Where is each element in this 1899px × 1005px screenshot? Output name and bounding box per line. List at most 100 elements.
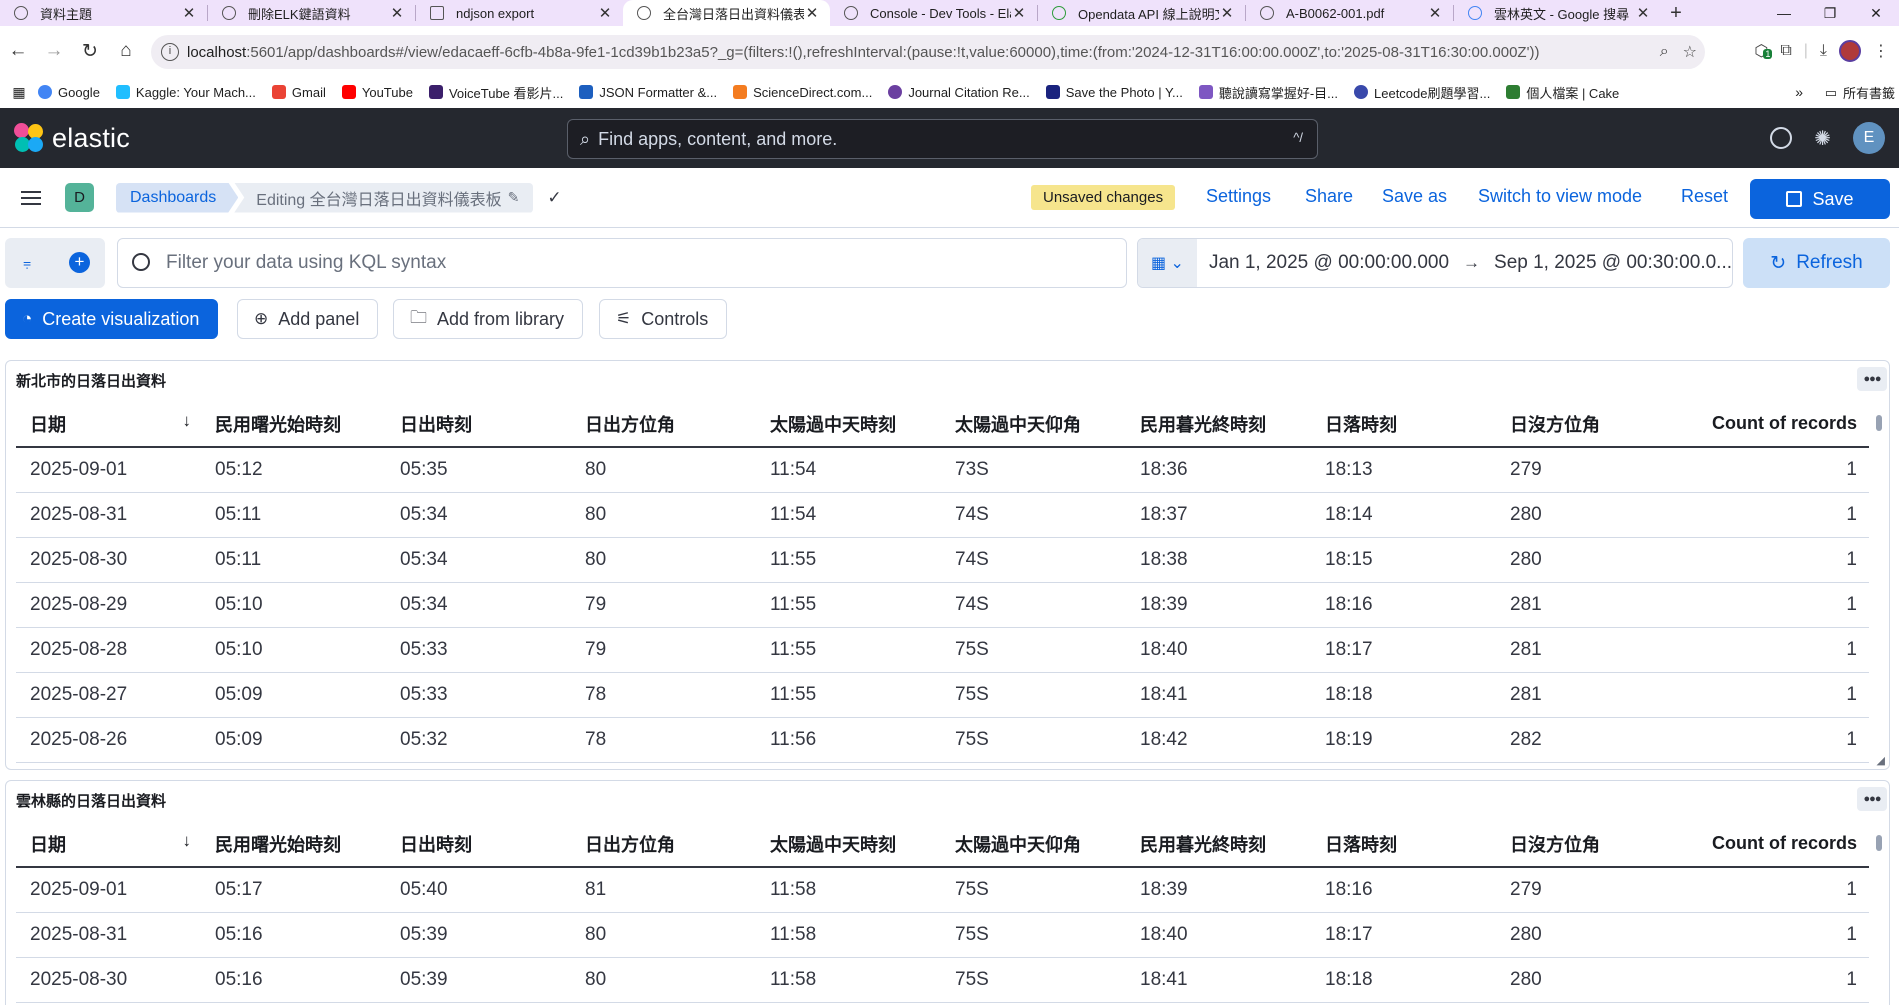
extension-icon[interactable]: ⬡ 1 bbox=[1754, 41, 1773, 61]
bookmark-star-icon[interactable]: ☆ bbox=[1683, 42, 1697, 62]
date-end[interactable]: Sep 1, 2025 @ 00:30:00.0... bbox=[1494, 252, 1732, 274]
column-header[interactable]: 太陽過中天仰角 bbox=[941, 831, 1126, 857]
date-start[interactable]: Jan 1, 2025 @ 00:00:00.000 bbox=[1209, 252, 1449, 274]
close-tab-icon[interactable]: ✕ bbox=[181, 4, 197, 22]
bookmark-item[interactable]: 聽說讀寫掌握好-目... bbox=[1198, 83, 1338, 102]
bookmark-item[interactable]: Journal Citation Re... bbox=[888, 85, 1030, 100]
browser-tab[interactable]: Opendata API 線上說明文件✕ bbox=[1038, 0, 1245, 26]
browser-tab[interactable]: A-B0062-001.pdf ✕ bbox=[1246, 0, 1453, 26]
calendar-icon[interactable]: ▦ ⌄ bbox=[1138, 239, 1197, 287]
puzzle-extensions-icon[interactable]: ⧉ bbox=[1780, 42, 1791, 60]
reset-link[interactable]: Reset bbox=[1681, 186, 1728, 207]
all-bookmarks[interactable]: ▭ 所有書籤 bbox=[1825, 83, 1899, 102]
bookmark-item[interactable]: Google bbox=[38, 85, 100, 100]
menu-hamburger-icon[interactable] bbox=[21, 190, 41, 205]
address-bar[interactable]: i localhost:5601/app/dashboards#/view/ed… bbox=[151, 35, 1705, 69]
add-from-library-button[interactable]: 🗀 Add from library bbox=[393, 299, 584, 339]
kql-search-input[interactable]: Filter your data using KQL syntax bbox=[117, 238, 1127, 288]
column-header[interactable]: 日出方位角 bbox=[571, 411, 756, 437]
breadcrumb-dashboards[interactable]: Dashboards bbox=[116, 183, 238, 213]
restore-icon[interactable]: ❐ bbox=[1807, 0, 1853, 26]
help-lifebuoy-icon[interactable] bbox=[1770, 127, 1793, 149]
apps-grid-icon[interactable]: ▦ bbox=[0, 84, 38, 101]
column-header[interactable]: 太陽過中天時刻 bbox=[756, 411, 941, 437]
sort-descending-icon[interactable]: ↓ bbox=[183, 411, 192, 431]
zoom-icon[interactable]: ⌕ bbox=[1660, 43, 1669, 61]
forward-arrow-icon[interactable]: → bbox=[36, 33, 72, 69]
back-arrow-icon[interactable]: ← bbox=[0, 33, 36, 69]
user-avatar[interactable]: E bbox=[1853, 122, 1885, 154]
new-tab-icon[interactable]: + bbox=[1661, 0, 1691, 26]
close-tab-icon[interactable]: ✕ bbox=[389, 4, 405, 22]
column-header[interactable]: 民用曙光始時刻 bbox=[201, 831, 386, 857]
bookmark-item[interactable]: VoiceTube 看影片... bbox=[428, 83, 563, 102]
close-tab-icon[interactable]: ✕ bbox=[1219, 4, 1235, 22]
bookmark-item[interactable]: JSON Formatter &... bbox=[579, 85, 717, 100]
resize-handle-icon[interactable]: ◢ bbox=[1877, 754, 1885, 767]
browser-tab[interactable]: Console - Dev Tools - Elastic✕ bbox=[830, 0, 1037, 26]
bookmark-item[interactable]: ScienceDirect.com... bbox=[733, 85, 872, 100]
switch-to-view-mode-link[interactable]: Switch to view mode bbox=[1478, 186, 1642, 207]
reload-icon[interactable]: ↻ bbox=[72, 33, 108, 69]
column-header[interactable]: 太陽過中天時刻 bbox=[756, 831, 941, 857]
save-as-link[interactable]: Save as bbox=[1382, 186, 1447, 207]
column-header[interactable]: 日落時刻 bbox=[1311, 831, 1496, 857]
panel-options-icon[interactable]: ●●● bbox=[1857, 367, 1887, 391]
check-icon[interactable]: ✓ bbox=[547, 188, 561, 208]
create-visualization-button[interactable]: ◔ Create visualization bbox=[5, 299, 219, 339]
column-header[interactable]: 日出時刻 bbox=[386, 411, 571, 437]
close-tab-icon[interactable]: ✕ bbox=[1011, 4, 1027, 22]
column-header[interactable]: 日沒方位角 bbox=[1496, 831, 1681, 857]
browser-tab[interactable]: 雲林英文 - Google 搜尋 ✕ bbox=[1454, 0, 1661, 26]
bookmark-item[interactable]: Gmail bbox=[271, 85, 326, 100]
home-icon[interactable]: ⌂ bbox=[108, 33, 144, 69]
column-header[interactable]: 民用暮光終時刻 bbox=[1126, 831, 1311, 857]
chrome-menu-icon[interactable]: ⋮ bbox=[1873, 41, 1889, 61]
filter-menu-icon[interactable]: ⩦ bbox=[23, 254, 31, 271]
bookmark-item[interactable]: 個人檔案 | Cake bbox=[1506, 83, 1619, 102]
column-header[interactable]: 日期 ↓ bbox=[16, 831, 201, 857]
panel-options-icon[interactable]: ●●● bbox=[1857, 787, 1887, 811]
close-tab-icon[interactable]: ✕ bbox=[804, 4, 820, 22]
column-header[interactable]: 民用曙光始時刻 bbox=[201, 411, 386, 437]
profile-avatar[interactable] bbox=[1839, 40, 1861, 62]
table-scrollbar[interactable] bbox=[1875, 405, 1883, 761]
column-header[interactable]: 日期 ↓ bbox=[16, 411, 201, 437]
close-tab-icon[interactable]: ✕ bbox=[597, 4, 613, 22]
browser-tab-active[interactable]: 全台灣日落日出資料儀表板 ✕ bbox=[623, 0, 830, 26]
add-panel-button[interactable]: ⊕ Add panel bbox=[237, 299, 379, 339]
bookmark-item[interactable]: Leetcode刷題學習... bbox=[1354, 83, 1490, 102]
column-header[interactable]: 日出方位角 bbox=[571, 831, 756, 857]
space-avatar[interactable]: D bbox=[65, 183, 94, 212]
bookmark-item[interactable]: Save the Photo | Y... bbox=[1045, 85, 1183, 100]
column-header[interactable]: 日出時刻 bbox=[386, 831, 571, 857]
add-filter-icon[interactable]: + bbox=[69, 252, 90, 273]
global-search-input[interactable]: ⌕ Find apps, content, and more. ^/ bbox=[567, 119, 1318, 159]
column-header[interactable]: Count of records bbox=[1681, 413, 1869, 434]
column-header[interactable]: 民用暮光終時刻 bbox=[1126, 411, 1311, 437]
column-header[interactable]: Count of records bbox=[1681, 833, 1869, 854]
browser-tab[interactable]: ndjson export ✕ bbox=[416, 0, 623, 26]
share-link[interactable]: Share bbox=[1305, 186, 1353, 207]
controls-button[interactable]: ⚟ Controls bbox=[599, 299, 728, 339]
minimize-icon[interactable]: — bbox=[1761, 0, 1807, 26]
close-window-icon[interactable]: ✕ bbox=[1853, 0, 1899, 26]
browser-tab[interactable]: 資料主題 ✕ bbox=[0, 0, 207, 26]
download-icon[interactable]: ⤓ bbox=[1820, 42, 1827, 60]
elastic-logo[interactable]: elastic bbox=[14, 123, 130, 154]
newsfeed-icon[interactable]: ✺ bbox=[1814, 126, 1831, 151]
bookmark-item[interactable]: YouTube bbox=[341, 85, 413, 100]
save-button[interactable]: Save bbox=[1750, 179, 1890, 219]
breadcrumb-current[interactable]: Editing 全台灣日落日出資料儀表板 ✎ bbox=[234, 182, 534, 213]
browser-tab[interactable]: 刪除ELK鍵語資料 ✕ bbox=[208, 0, 415, 26]
sort-descending-icon[interactable]: ↓ bbox=[183, 831, 192, 851]
table-scrollbar[interactable] bbox=[1875, 825, 1883, 1005]
site-info-icon[interactable]: i bbox=[161, 43, 179, 61]
column-header[interactable]: 日沒方位角 bbox=[1496, 411, 1681, 437]
close-tab-icon[interactable]: ✕ bbox=[1427, 4, 1443, 22]
bookmark-item[interactable]: Kaggle: Your Mach... bbox=[115, 85, 256, 100]
column-header[interactable]: 日落時刻 bbox=[1311, 411, 1496, 437]
close-tab-icon[interactable]: ✕ bbox=[1635, 4, 1651, 22]
bookmarks-overflow-icon[interactable]: » bbox=[1795, 84, 1803, 100]
column-header[interactable]: 太陽過中天仰角 bbox=[941, 411, 1126, 437]
